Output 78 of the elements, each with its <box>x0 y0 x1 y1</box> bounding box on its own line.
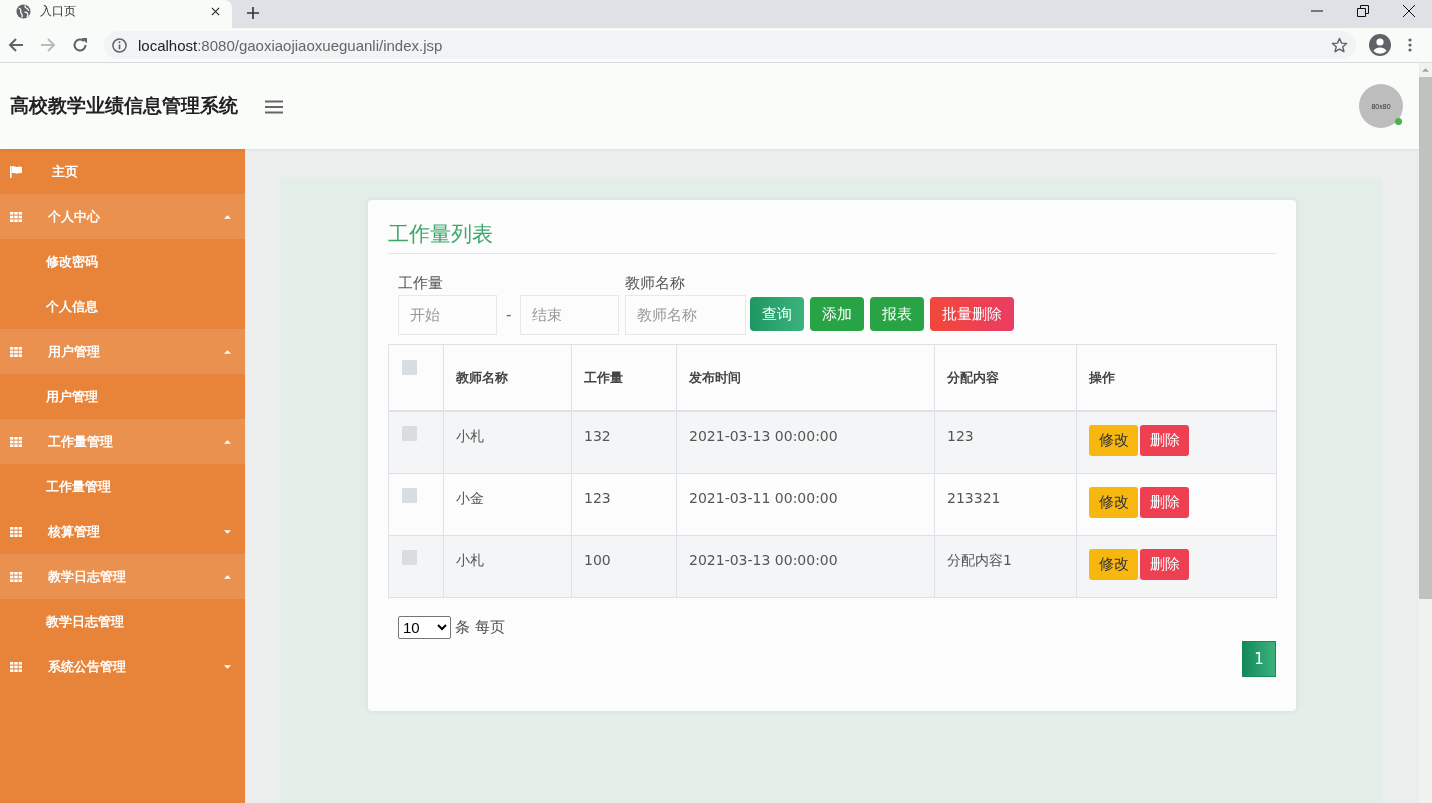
table-cell: 2021-03-13 00:00:00 <box>676 535 935 597</box>
page-size-label: 条 每页 <box>455 617 505 637</box>
address-bar[interactable]: localhost:8080/gaoxiaojiaoxueguanli/index.jsp <box>104 31 1356 59</box>
select-all-checkbox[interactable] <box>402 360 417 375</box>
person-circle-icon[interactable] <box>1369 34 1391 56</box>
flag-icon <box>10 165 22 178</box>
card-title: 工作量列表 <box>388 216 1276 254</box>
caret-icon <box>224 529 231 534</box>
sidebar-group[interactable]: 用户管理 <box>0 329 245 374</box>
row-action-button[interactable]: 删除 <box>1140 425 1189 456</box>
row-action-button[interactable]: 修改 <box>1089 425 1138 456</box>
close-icon[interactable] <box>211 6 220 16</box>
filter-label: 工作量 <box>398 273 444 294</box>
star-icon[interactable] <box>1331 36 1348 54</box>
grid-icon <box>10 571 22 582</box>
grid-icon <box>10 211 22 222</box>
sidebar-group[interactable]: 核算管理 <box>0 509 245 554</box>
toolbar-button[interactable]: 报表 <box>870 297 925 331</box>
scrollbar-thumb[interactable] <box>1419 77 1432 599</box>
sidebar-subitem[interactable]: 教学日志管理 <box>0 599 245 644</box>
grid-icon <box>10 661 22 672</box>
sidebar-group[interactable]: 工作量管理 <box>0 419 245 464</box>
grid-icon <box>10 526 22 537</box>
page-button[interactable]: 1 <box>1242 640 1276 677</box>
toolbar-button[interactable]: 添加 <box>810 297 865 331</box>
table-cell: 100 <box>571 535 677 597</box>
teacher-input[interactable]: 教师名称 <box>625 295 747 335</box>
plus-icon[interactable] <box>247 7 259 19</box>
start-input[interactable]: 开始 <box>398 295 497 335</box>
end-input[interactable]: 结束 <box>520 295 620 335</box>
caret-icon <box>224 664 231 669</box>
range-separator: - <box>506 306 512 324</box>
table-cell: 213321 <box>934 473 1077 535</box>
table-cell: 小金 <box>443 473 572 535</box>
row-checkbox[interactable] <box>402 487 417 503</box>
table-cell: 2021-03-13 00:00:00 <box>676 411 935 473</box>
vertical-dots-icon[interactable] <box>1408 38 1412 52</box>
reload-icon[interactable] <box>72 37 88 53</box>
close-icon[interactable] <box>1403 5 1415 17</box>
filter-label: 教师名称 <box>625 273 687 294</box>
toolbar-button[interactable]: 批量删除 <box>930 297 1015 331</box>
table-cell: 2021-03-11 00:00:00 <box>676 473 935 535</box>
restore-icon[interactable] <box>1357 5 1369 17</box>
globe-icon <box>16 3 31 19</box>
table-cell: 小札 <box>443 411 572 473</box>
grid-icon <box>10 436 22 447</box>
menu-icon[interactable] <box>265 100 283 114</box>
url-text: localhost:8080/gaoxiaojiaoxueguanli/index.jsp <box>138 36 443 54</box>
sidebar-subitem[interactable]: 修改密码 <box>0 239 245 284</box>
sidebar-item[interactable]: 主页 <box>0 149 245 194</box>
sidebar-subitem[interactable]: 用户管理 <box>0 374 245 419</box>
toolbar-button[interactable]: 查询 <box>750 297 805 331</box>
caret-icon <box>224 349 231 354</box>
sidebar-group[interactable]: 教学日志管理 <box>0 554 245 599</box>
page-size-select[interactable]: 10 <box>398 615 451 639</box>
table-cell: 小札 <box>443 535 572 597</box>
sidebar-subitem[interactable]: 个人信息 <box>0 284 245 329</box>
row-action-button[interactable]: 修改 <box>1089 486 1138 518</box>
table-cell: 132 <box>571 411 677 473</box>
row-checkbox[interactable] <box>402 549 417 565</box>
table-cell: 123 <box>934 411 1077 473</box>
table-cell: 123 <box>571 473 677 535</box>
sidebar-group[interactable]: 个人中心 <box>0 194 245 239</box>
row-action-button[interactable]: 删除 <box>1140 548 1189 580</box>
sidebar-subitem[interactable]: 工作量管理 <box>0 464 245 509</box>
system-title: 高校教学业绩信息管理系统 <box>10 93 238 118</box>
caret-icon <box>224 574 231 579</box>
browser-tab[interactable]: 入口页 <box>0 0 232 28</box>
caret-icon <box>224 214 231 219</box>
row-action-button[interactable]: 修改 <box>1089 548 1138 580</box>
info-icon[interactable] <box>112 37 127 53</box>
row-action-button[interactable]: 删除 <box>1140 486 1189 518</box>
caret-icon <box>224 439 231 444</box>
table-cell: 分配内容1 <box>934 535 1077 597</box>
sidebar-group[interactable]: 系统公告管理 <box>0 644 245 689</box>
grid-icon <box>10 346 22 357</box>
left-arrow-icon[interactable] <box>8 37 24 53</box>
row-checkbox[interactable] <box>402 426 417 441</box>
